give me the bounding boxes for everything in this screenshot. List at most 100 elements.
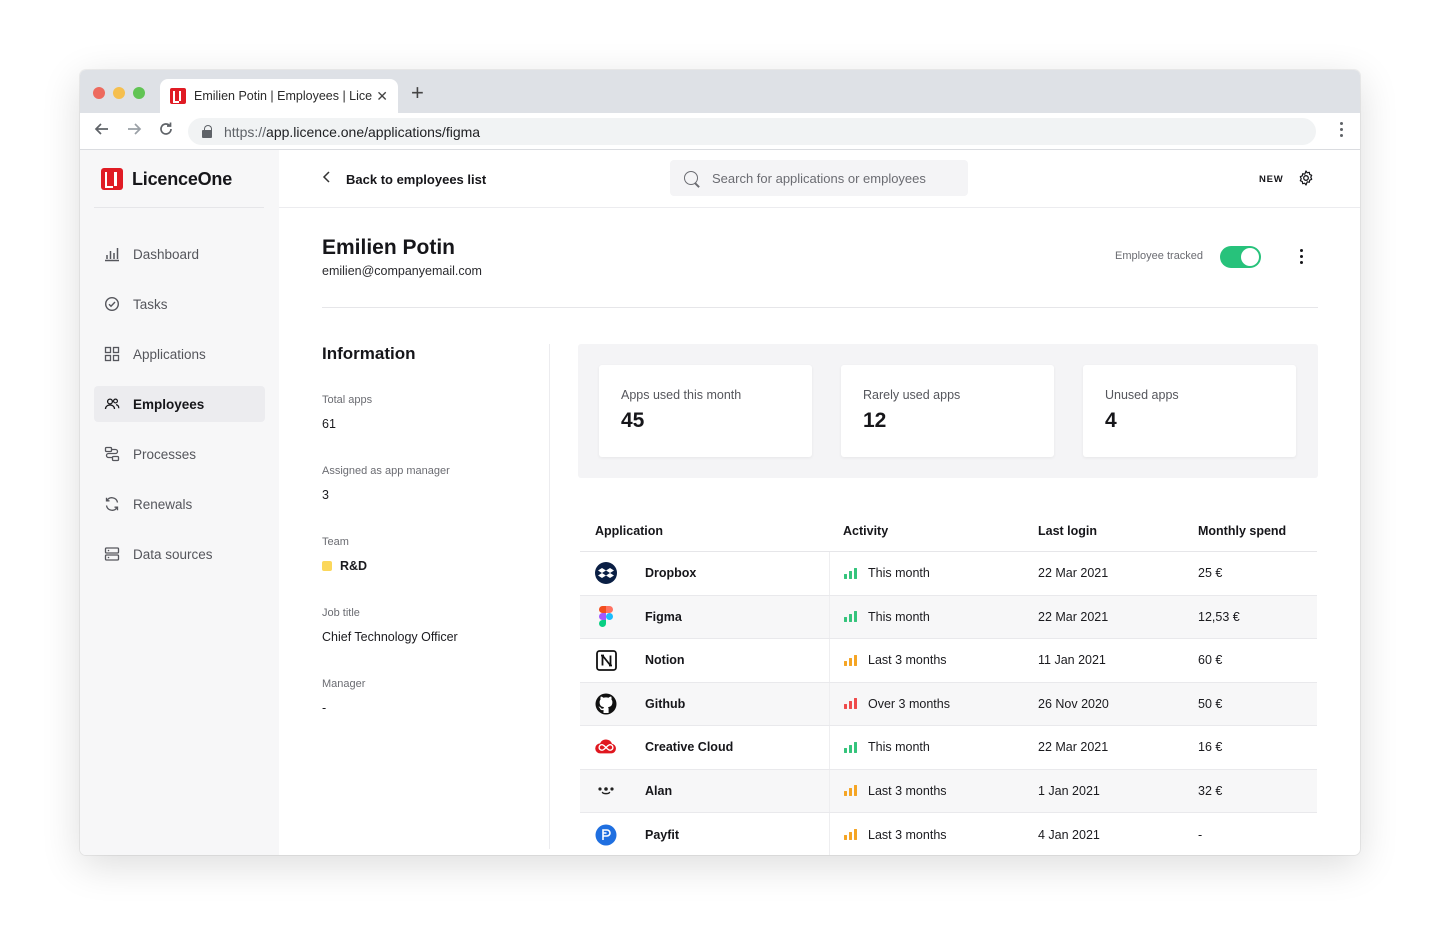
stat-label: Rarely used apps [863, 388, 961, 402]
info-manager: Manager - [322, 678, 542, 749]
column-header-last-login[interactable]: Last login [1024, 524, 1184, 538]
sidebar-item-label: Dashboard [133, 246, 200, 262]
back-to-employees-link[interactable]: Back to employees list [322, 170, 486, 188]
refresh-icon [104, 496, 120, 512]
gear-icon[interactable] [1298, 170, 1314, 186]
reload-icon[interactable] [158, 121, 174, 142]
sidebar: LicenceOne Dashboard Tasks Applications … [80, 150, 279, 855]
logo[interactable]: LicenceOne [101, 168, 232, 190]
monthly-spend: 32 € [1198, 783, 1223, 798]
monthly-spend: 50 € [1198, 696, 1223, 711]
last-login: 22 Mar 2021 [1038, 566, 1109, 581]
last-login: 26 Nov 2020 [1038, 696, 1109, 711]
column-header-monthly-spend[interactable]: Monthly spend [1184, 524, 1317, 538]
activity-label: This month [868, 566, 930, 581]
main-content: Back to employees list Search for applic… [279, 150, 1360, 855]
activity-bars-icon [844, 741, 857, 753]
info-job-title: Job title Chief Technology Officer [322, 607, 542, 678]
table-row[interactable]: Github Over 3 months 26 Nov 2020 50 € [580, 682, 1317, 726]
sidebar-item-applications[interactable]: Applications [94, 336, 265, 372]
sidebar-item-tasks[interactable]: Tasks [94, 286, 265, 322]
sidebar-nav: Dashboard Tasks Applications Employees P… [94, 236, 265, 586]
lock-icon [202, 124, 212, 138]
sidebar-item-label: Employees [133, 396, 205, 412]
github-icon [595, 693, 617, 715]
table-row[interactable]: Alan Last 3 months 1 Jan 2021 32 € [580, 769, 1317, 813]
url-bar[interactable]: https:// app.licence.one/applications/fi… [188, 118, 1316, 145]
stat-card-used-this-month[interactable]: Apps used this month 45 [599, 365, 812, 457]
bar-chart-icon [104, 246, 120, 262]
database-icon [104, 546, 120, 562]
info-team: Team R&D [322, 536, 542, 607]
sidebar-item-label: Renewals [133, 496, 193, 512]
new-tab-button[interactable]: + [411, 82, 424, 104]
maximize-window-button[interactable] [133, 87, 145, 99]
activity-label: Last 3 months [868, 827, 947, 842]
chevron-left-icon [322, 170, 332, 188]
table-header: Application Activity Last login Monthly … [580, 511, 1317, 552]
activity-label: This month [868, 740, 930, 755]
monthly-spend: 25 € [1198, 566, 1223, 581]
last-login: 11 Jan 2021 [1038, 653, 1106, 668]
back-arrow-icon[interactable] [94, 121, 110, 142]
team-value[interactable]: R&D [322, 559, 542, 573]
app: LicenceOne Dashboard Tasks Applications … [80, 150, 1360, 855]
column-header-application[interactable]: Application [580, 524, 829, 538]
notion-icon [595, 649, 617, 671]
stats-panel: Apps used this month 45 Rarely used apps… [578, 344, 1318, 478]
table-row[interactable]: Notion Last 3 months 11 Jan 2021 60 € [580, 639, 1317, 683]
info-label: Manager [322, 678, 366, 690]
info-label: Assigned as app manager [322, 465, 450, 477]
sidebar-item-processes[interactable]: Processes [94, 436, 265, 472]
sidebar-item-label: Data sources [133, 546, 213, 562]
licenceone-logo-icon [101, 168, 123, 190]
forward-arrow-icon[interactable] [126, 121, 142, 142]
creative-cloud-icon [595, 736, 617, 758]
browser-window: Emilien Potin | Employees | Licence ✕ + … [80, 70, 1360, 855]
activity-bars-icon [844, 785, 857, 797]
sidebar-item-label: Applications [133, 346, 206, 362]
column-header-activity[interactable]: Activity [829, 524, 1024, 538]
sidebar-item-employees[interactable]: Employees [94, 386, 265, 422]
tab-close-icon[interactable]: ✕ [376, 88, 388, 105]
employee-tracked-toggle[interactable] [1220, 246, 1261, 268]
team-name: R&D [340, 559, 368, 573]
back-label: Back to employees list [346, 171, 487, 187]
last-login: 22 Mar 2021 [1038, 740, 1109, 755]
search-icon [684, 171, 698, 185]
stat-card-rarely-used[interactable]: Rarely used apps 12 [841, 365, 1054, 457]
sidebar-item-renewals[interactable]: Renewals [94, 486, 265, 522]
app-name: Github [645, 696, 686, 711]
sidebar-item-dashboard[interactable]: Dashboard [94, 236, 265, 272]
employee-email: emilien@companyemail.com [322, 264, 482, 278]
info-value: 61 [322, 417, 336, 431]
table-row[interactable]: Dropbox This month 22 Mar 2021 25 € [580, 552, 1317, 596]
search-input[interactable]: Search for applications or employees [670, 160, 968, 196]
activity-bars-icon [844, 611, 857, 623]
url-protocol: https:// [224, 123, 267, 140]
column-divider [549, 344, 550, 849]
close-window-button[interactable] [93, 87, 105, 99]
table-row[interactable]: Payfit Last 3 months 4 Jan 2021 - [580, 813, 1317, 855]
browser-tab[interactable]: Emilien Potin | Employees | Licence ✕ [160, 79, 398, 113]
stat-value: 12 [863, 409, 887, 432]
sidebar-item-data-sources[interactable]: Data sources [94, 536, 265, 572]
activity-bars-icon [844, 698, 857, 710]
stat-card-unused[interactable]: Unused apps 4 [1083, 365, 1296, 457]
sidebar-divider [94, 207, 264, 208]
info-label: Total apps [322, 394, 373, 406]
more-options-icon[interactable] [1300, 249, 1303, 264]
table-row[interactable]: Creative Cloud This month 22 Mar 2021 16… [580, 726, 1317, 770]
monthly-spend: 60 € [1198, 653, 1223, 668]
check-circle-icon [104, 296, 120, 312]
new-badge[interactable]: NEW [1259, 174, 1284, 185]
app-name: Creative Cloud [645, 740, 734, 755]
minimize-window-button[interactable] [113, 87, 125, 99]
last-login: 22 Mar 2021 [1038, 609, 1109, 624]
brand-name: LicenceOne [132, 168, 233, 189]
information-heading: Information [322, 344, 416, 363]
table-row[interactable]: Figma This month 22 Mar 2021 12,53 € [580, 595, 1317, 639]
app-name: Notion [645, 653, 685, 668]
browser-menu-icon[interactable] [1340, 122, 1344, 137]
information-list: Total apps 61 Assigned as app manager 3 … [322, 394, 542, 749]
